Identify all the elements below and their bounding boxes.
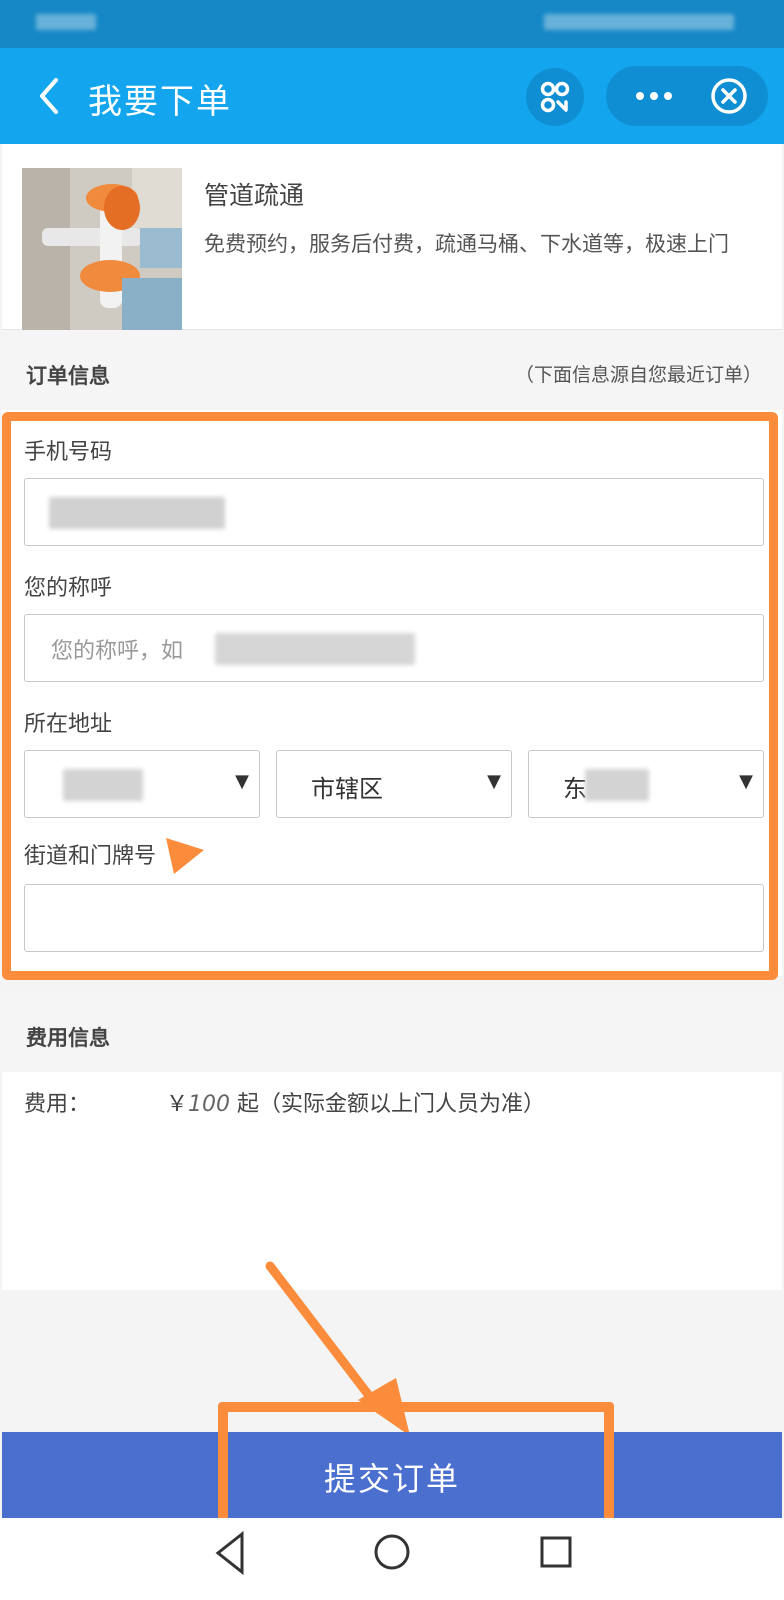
street-select-value: 东 <box>563 775 587 803</box>
submit-order-label: 提交订单 <box>323 1460 460 1498</box>
order-info-title: 订单信息 <box>26 364 110 388</box>
product-image <box>22 168 182 330</box>
phone-input[interactable] <box>24 478 764 546</box>
app-header: 我要下单 <box>0 48 784 144</box>
annotation-arrow-large <box>265 1261 410 1436</box>
submit-order-button[interactable]: 提交订单 <box>2 1432 782 1518</box>
order-info-note: （下面信息源自您最近订单） <box>514 364 762 386</box>
fee-info-header: 费用信息 <box>2 992 782 1072</box>
name-label: 您的称呼 <box>24 576 113 601</box>
scan-icon <box>540 81 570 113</box>
street-value-blurred <box>585 769 649 801</box>
fee-currency: ￥ <box>166 1092 189 1117</box>
address-label: 所在地址 <box>24 712 113 737</box>
street-select[interactable]: 东 ▼ <box>528 750 764 818</box>
mini-program-capsule <box>606 66 768 126</box>
annotation-arrow-small <box>166 838 204 874</box>
name-input[interactable]: 您的称呼，如 <box>24 614 764 682</box>
name-placeholder: 您的称呼，如 <box>51 639 184 664</box>
more-icon[interactable] <box>624 81 684 111</box>
chevron-down-icon: ▼ <box>487 771 501 792</box>
district-select[interactable]: 市辖区 ▼ <box>276 750 512 818</box>
back-triangle-icon[interactable] <box>210 1528 250 1578</box>
scan-button[interactable] <box>526 68 584 126</box>
status-right-blur <box>544 14 734 30</box>
chevron-down-icon: ▼ <box>235 771 249 792</box>
street-address-input[interactable] <box>24 884 764 952</box>
page-title: 我要下单 <box>88 82 232 122</box>
home-circle-icon[interactable] <box>372 1530 412 1574</box>
close-icon[interactable] <box>710 77 748 115</box>
status-left-blur <box>36 14 96 30</box>
recents-square-icon[interactable] <box>536 1530 576 1574</box>
status-bar <box>0 0 784 48</box>
name-placeholder-blurred <box>215 633 415 665</box>
street-label: 街道和门牌号 <box>24 844 157 869</box>
city-value-blurred <box>63 769 143 801</box>
system-nav-bar <box>0 1518 784 1600</box>
order-form: 手机号码 您的称呼 您的称呼，如 所在地址 ▼ 市辖区 ▼ 东 ▼ 街道和门牌号 <box>2 410 782 976</box>
order-info-header: 订单信息 （下面信息源自您最近订单） <box>2 330 782 410</box>
product-card[interactable]: 管道疏通 免费预约，服务后付费，疏通马桶、下水道等，极速上门 <box>2 144 782 330</box>
fee-suffix: 起（实际金额以上门人员为准） <box>230 1092 546 1117</box>
chevron-down-icon: ▼ <box>739 771 753 792</box>
district-select-value: 市辖区 <box>311 775 383 803</box>
city-select[interactable]: ▼ <box>24 750 260 818</box>
product-description: 免费预约，服务后付费，疏通马桶、下水道等，极速上门 <box>204 232 729 256</box>
back-arrow-icon[interactable] <box>30 76 70 116</box>
fee-amount: 100 <box>188 1092 231 1117</box>
phone-value-blurred <box>49 497 225 529</box>
fee-area: 费用： ￥100 起（实际金额以上门人员为准） <box>2 1072 782 1290</box>
fee-label: 费用： <box>24 1092 91 1117</box>
product-name: 管道疏通 <box>204 181 305 210</box>
fee-value: ￥100 起（实际金额以上门人员为准） <box>166 1086 545 1118</box>
phone-label: 手机号码 <box>24 440 113 465</box>
fee-info-title: 费用信息 <box>26 1026 110 1050</box>
